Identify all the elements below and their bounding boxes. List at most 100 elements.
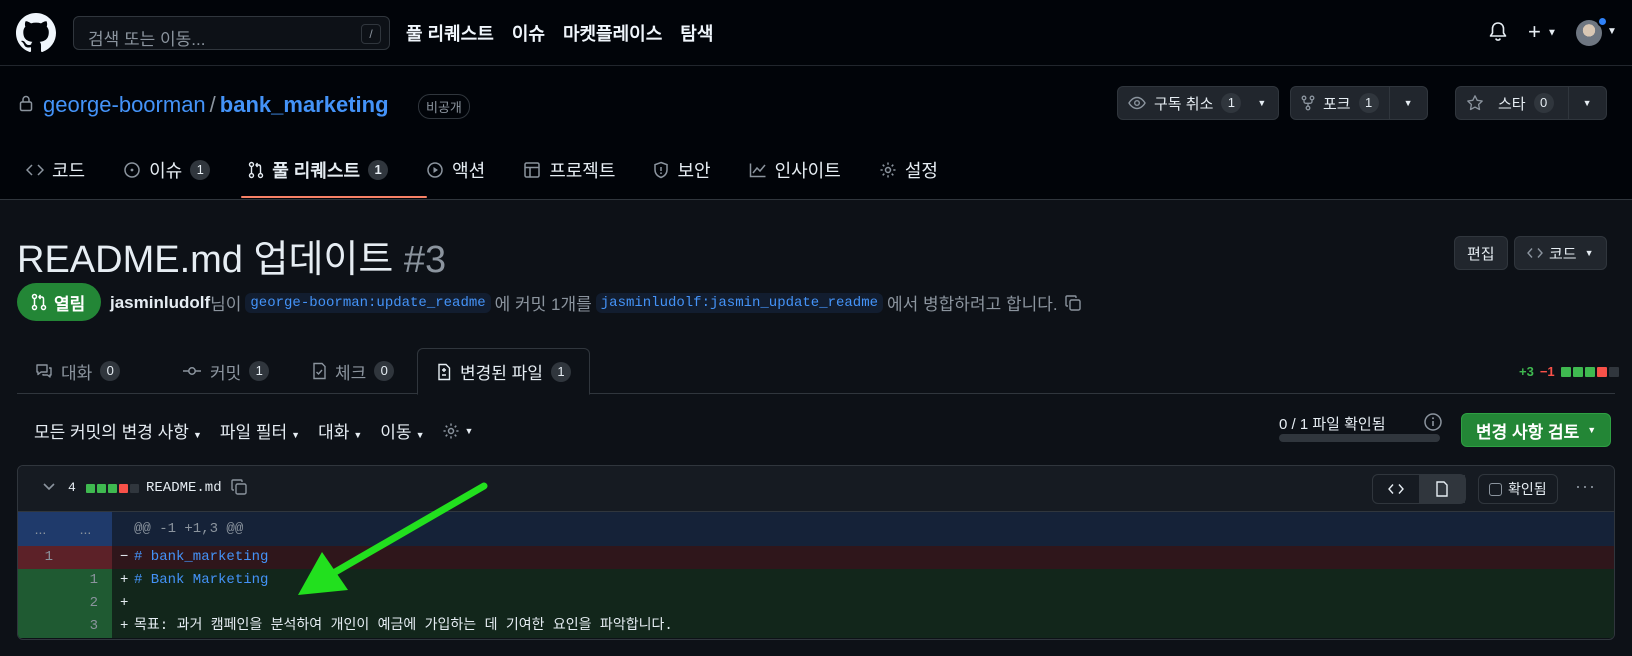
tab-issues[interactable]: 이슈 1 [123,152,226,188]
hunk-header: @@ -1 +1,3 @@ [134,521,244,537]
diff-toolbar: 모든 커밋의 변경 사항 ▼ 파일 필터 ▼ 대화 ▼ 이동 ▼ ▼ [34,418,473,443]
deletions-count: −1 [1539,364,1555,379]
file-diff: 4 README.md 확인됨 ··· ... ... @@ -1 +1,3 @… [17,465,1615,640]
line-content: # Bank Marketing [134,572,269,588]
fork-button[interactable]: 포크 1 ▼ [1290,86,1428,120]
nav-marketplace[interactable]: 마켓플레이스 [563,20,662,46]
nav-explore[interactable]: 탐색 [680,20,713,46]
play-icon [427,162,443,178]
page-title: README.md 업데이트 #3 [17,228,446,283]
tab-code[interactable]: 코드 [26,152,101,188]
meta-text-2: 에 커밋 1개를 [494,295,592,314]
tab-count: 1 [550,361,571,382]
rich-view-button[interactable] [1418,475,1465,503]
status-label: 열림 [54,294,86,314]
search-input[interactable]: 검색 또는 이동... / [73,16,390,50]
watch-button[interactable]: 구독 취소 1 ▼ [1117,86,1280,120]
diff-view-toggle [1372,474,1466,504]
create-new-button[interactable]: + ▼ [1528,19,1557,45]
tab-insights[interactable]: 인사이트 [749,152,857,188]
diffstat-block [1584,366,1595,377]
tab-checks[interactable]: 체크 0 [293,348,412,394]
chevron-down-icon: ▼ [192,430,202,440]
commits-filter-button[interactable]: 모든 커밋의 변경 사항 ▼ [34,418,202,443]
tab-label: 프로젝트 [549,161,616,181]
repo-name-link[interactable]: bank_marketing [220,92,389,117]
tab-projects[interactable]: 프로젝트 [523,152,631,188]
tab-settings[interactable]: 설정 [879,152,954,188]
nav-pull-requests[interactable]: 풀 리퀘스트 [406,20,494,46]
fork-icon [1301,95,1315,111]
bell-icon[interactable] [1488,21,1508,43]
copy-icon[interactable] [1064,294,1082,312]
new-line-number[interactable] [63,546,108,569]
tab-security[interactable]: 보안 [653,152,726,188]
tab-label: 풀 리퀘스트 [272,161,361,181]
head-branch[interactable]: jasminludolf:jasmin_update_readme [595,292,884,313]
star-button[interactable]: 스타 0 ▼ [1455,86,1607,120]
file-name[interactable]: README.md [146,480,222,496]
fork-label: 포크 [1323,95,1351,113]
star-main[interactable]: 스타 0 [1456,87,1568,119]
base-branch[interactable]: george-boorman:update_readme [245,292,491,313]
chevron-down-icon[interactable]: ▼ [1583,98,1592,108]
repo-owner-link[interactable]: george-boorman [43,92,206,117]
file-filter-button[interactable]: 파일 필터 ▼ [220,418,300,443]
source-view-button[interactable] [1373,475,1419,503]
fork-main[interactable]: 포크 1 [1291,87,1389,119]
review-changes-button[interactable]: 변경 사항 검토 ▼ [1461,413,1612,447]
expand-lines-button[interactable]: ... ... [18,512,112,546]
chevron-down-icon: ▼ [1584,248,1594,258]
file-change-count: 4 [68,480,76,495]
copy-icon[interactable] [230,478,248,496]
chevron-down-icon[interactable]: ▼ [1257,98,1266,108]
code-icon [26,164,44,176]
diff-marker: + [120,572,129,588]
diff-settings-button[interactable]: ▼ [442,418,473,443]
graph-icon [749,163,766,178]
edit-button[interactable]: 편집 [1454,236,1508,270]
conversations-button[interactable]: 대화 ▼ [318,418,362,443]
tab-label: 액션 [452,161,486,181]
tab-commits[interactable]: 커밋 1 [164,348,287,394]
chevron-down-icon[interactable]: ▼ [1404,98,1413,108]
diff-line: 1 − # bank_marketing [18,546,1614,569]
pull-request-icon [249,161,264,179]
tab-actions[interactable]: 액션 [426,152,501,188]
tab-label: 커밋 [210,363,242,383]
global-nav: 풀 리퀘스트 이슈 마켓플레이스 탐색 [406,20,713,46]
new-line-number[interactable]: 3 [63,615,108,638]
viewed-checkbox[interactable]: 확인됨 [1478,474,1558,504]
code-button[interactable]: 코드 ▼ [1514,236,1607,270]
diff-body: ... ... @@ -1 +1,3 @@ 1 − # bank_marketin… [18,512,1614,638]
file-diff-icon [438,363,451,380]
tab-count: 1 [368,160,389,180]
author-link[interactable]: jasminludolf [110,293,210,313]
kebab-menu-icon[interactable]: ··· [1575,476,1596,497]
visibility-badge: 비공개 [418,94,470,119]
old-line-number[interactable] [18,615,63,638]
jump-to-button[interactable]: 이동 ▼ [380,418,424,443]
old-line-number[interactable] [18,592,63,615]
checklist-icon [313,362,326,380]
chevron-down-icon[interactable] [42,482,56,492]
pull-request-icon [31,293,47,311]
tab-pull-requests[interactable]: 풀 리퀘스트 1 [248,152,404,188]
info-icon[interactable] [1423,412,1443,432]
tab-conversation[interactable]: 대화 0 [17,348,138,394]
new-line-number[interactable]: 1 [63,569,108,592]
watch-main[interactable]: 구독 취소 1 [1118,87,1251,119]
fork-count: 1 [1358,93,1379,113]
github-logo-icon[interactable] [16,13,56,53]
old-line-number[interactable] [18,569,63,592]
hunk-left: ... [34,521,47,537]
shield-icon [654,161,669,179]
new-line-number[interactable]: 2 [63,592,108,615]
diff-marker: − [120,549,129,565]
star-count: 0 [1533,93,1554,113]
tab-files-changed[interactable]: 변경된 파일 1 [417,348,590,395]
nav-issues[interactable]: 이슈 [512,20,545,46]
lock-icon [19,95,33,112]
old-line-number[interactable]: 1 [18,546,63,569]
review-changes-label: 변경 사항 검토 [1476,422,1580,442]
